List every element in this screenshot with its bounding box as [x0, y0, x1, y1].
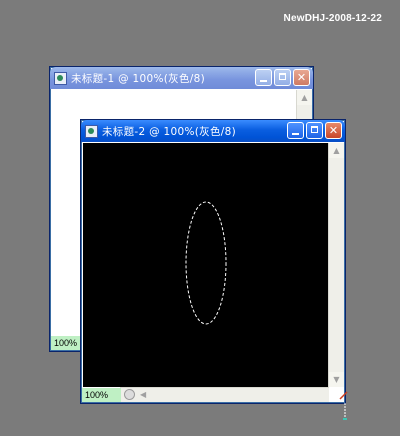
close-button[interactable]: ✕ — [325, 122, 342, 139]
photoshop-document-icon — [85, 124, 98, 138]
minimize-icon — [260, 80, 267, 82]
minimize-icon — [292, 133, 299, 135]
window-title: 未标题-2 @ 100%(灰色/8) — [102, 125, 236, 138]
close-icon: ✕ — [296, 71, 307, 84]
document-canvas[interactable] — [83, 143, 329, 387]
scroll-down-button[interactable]: ▼ — [329, 372, 344, 387]
title-bar[interactable]: 未标题-1 @ 100%(灰色/8) ✕ — [50, 67, 313, 89]
window-title: 未标题-1 @ 100%(灰色/8) — [71, 72, 205, 85]
zoom-level[interactable]: 100% — [82, 388, 121, 402]
photoshop-document-icon — [54, 71, 67, 85]
maximize-icon — [279, 73, 286, 80]
minimize-button[interactable] — [287, 122, 304, 139]
maximize-button[interactable] — [306, 122, 323, 139]
watermark: NewDHJ-2008-12-22 — [283, 13, 382, 24]
document-window-untitled-2[interactable]: 未标题-2 @ 100%(灰色/8) ✕ ▲ ▼ ◀ 100% — [80, 119, 346, 404]
minimize-button[interactable] — [255, 69, 272, 86]
vertical-scrollbar[interactable]: ▲ ▼ — [328, 143, 344, 387]
title-bar[interactable]: 未标题-2 @ 100%(灰色/8) ✕ — [81, 120, 345, 142]
resize-grip-icon[interactable] — [338, 389, 352, 427]
maximize-button[interactable] — [274, 69, 291, 86]
elliptical-selection — [185, 201, 227, 325]
navigator-icon[interactable] — [124, 389, 135, 400]
close-icon: ✕ — [328, 124, 339, 137]
scroll-up-button[interactable]: ▲ — [329, 143, 344, 158]
close-button[interactable]: ✕ — [293, 69, 310, 86]
scroll-up-button[interactable]: ▲ — [297, 90, 312, 105]
scroll-left-button[interactable]: ◀ — [140, 388, 146, 402]
horizontal-scrollbar[interactable]: ◀ — [120, 387, 329, 402]
maximize-icon — [311, 126, 318, 133]
